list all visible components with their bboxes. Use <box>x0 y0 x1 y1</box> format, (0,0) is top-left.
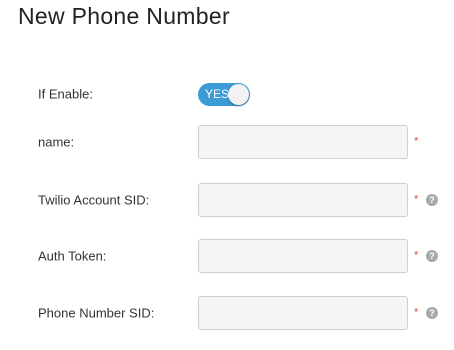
question-icon[interactable]: ? <box>426 194 438 206</box>
required-marker: * <box>414 249 419 262</box>
enable-label: If Enable: <box>38 86 93 102</box>
account-sid-label: Twilio Account SID: <box>38 192 150 208</box>
account-sid-input[interactable] <box>198 183 408 217</box>
auth-token-input[interactable] <box>198 239 408 273</box>
required-marker: * <box>414 306 419 319</box>
auth-token-label: Auth Token: <box>38 248 107 264</box>
question-icon[interactable]: ? <box>426 307 438 319</box>
phone-number-sid-row: Phone Number SID: * ? <box>0 293 454 333</box>
name-row: name: * <box>0 122 454 162</box>
name-label: name: <box>38 134 75 150</box>
page-title: New Phone Number <box>18 3 230 29</box>
account-sid-row: Twilio Account SID: * ? <box>0 180 454 220</box>
phone-number-sid-input[interactable] <box>198 296 408 330</box>
auth-token-row: Auth Token: * ? <box>0 236 454 276</box>
toggle-knob <box>228 84 249 105</box>
question-icon[interactable]: ? <box>426 250 438 262</box>
required-marker: * <box>414 135 419 148</box>
enable-toggle[interactable]: YES <box>198 83 250 106</box>
required-marker: * <box>414 193 419 206</box>
name-input[interactable] <box>198 125 408 159</box>
phone-number-sid-label: Phone Number SID: <box>38 305 155 321</box>
toggle-label: YES <box>205 87 230 101</box>
